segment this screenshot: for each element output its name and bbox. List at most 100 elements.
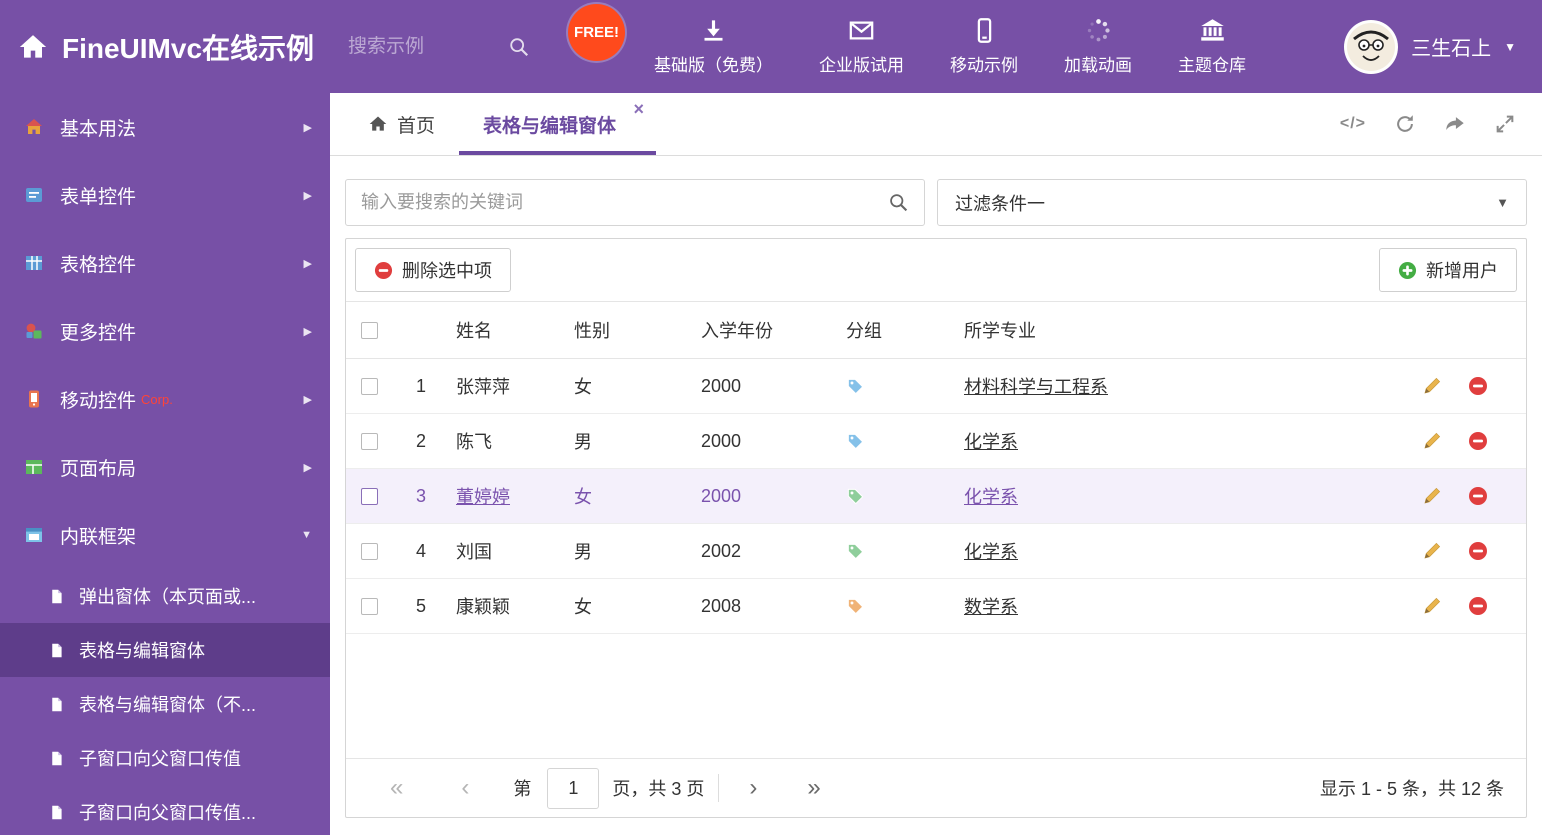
tab-grid-edit-window[interactable]: 表格与编辑窗体 × bbox=[459, 93, 656, 155]
sidebar-item-mobile-controls[interactable]: 移动控件 Corp. ▶ bbox=[0, 365, 330, 433]
search-icon[interactable] bbox=[888, 192, 909, 213]
major-link[interactable]: 化学系 bbox=[964, 538, 1018, 564]
edit-pencil-icon[interactable] bbox=[1422, 376, 1442, 396]
major-link[interactable]: 材料科学与工程系 bbox=[964, 373, 1108, 399]
last-page-icon[interactable]: » bbox=[807, 776, 820, 800]
row-checkbox[interactable] bbox=[361, 487, 378, 505]
free-badge: FREE! bbox=[568, 4, 626, 61]
layout-icon bbox=[26, 460, 42, 474]
fullscreen-icon[interactable] bbox=[1494, 113, 1516, 135]
chevron-right-icon: ▶ bbox=[303, 189, 312, 202]
sidebar-item-label: 内联框架 bbox=[60, 526, 137, 548]
delete-row-icon[interactable] bbox=[1468, 376, 1488, 396]
row-index: 4 bbox=[415, 540, 426, 561]
major-link[interactable]: 化学系 bbox=[964, 428, 1018, 454]
open-in-new-window-icon[interactable] bbox=[1444, 113, 1466, 135]
file-icon bbox=[52, 643, 62, 657]
column-header-major[interactable]: 所学专业 bbox=[949, 317, 1408, 343]
first-page-icon[interactable]: « bbox=[390, 776, 403, 800]
top-nav: FREE! 基础版（免费） 企业版试用 移动示例 加载动画 主题仓库 bbox=[568, 4, 1246, 76]
major-link[interactable]: 数学系 bbox=[964, 593, 1018, 619]
nav-item-enterprise-trial[interactable]: 企业版试用 bbox=[819, 17, 904, 76]
column-header-name[interactable]: 姓名 bbox=[441, 317, 559, 343]
search-icon[interactable] bbox=[508, 36, 530, 58]
column-header-gender[interactable]: 性别 bbox=[559, 317, 686, 343]
user-name: 三生石上 bbox=[1411, 38, 1492, 60]
sidebar-item-grid-controls[interactable]: 表格控件 ▶ bbox=[0, 229, 330, 297]
page-number-input[interactable] bbox=[547, 767, 600, 809]
cell-gender: 男 bbox=[574, 432, 592, 452]
select-all-checkbox[interactable] bbox=[361, 321, 378, 339]
nav-item-basic-edition[interactable]: FREE! 基础版（免费） bbox=[568, 4, 773, 76]
nav-item-loading-animation[interactable]: 加载动画 bbox=[1064, 17, 1132, 76]
nav-item-theme-store[interactable]: 主题仓库 bbox=[1178, 17, 1246, 76]
main-content: 首页 表格与编辑窗体 × </> 过滤条件一 ▼ bbox=[330, 93, 1542, 835]
sidebar-subitem-child-to-parent[interactable]: 子窗口向父窗口传值 bbox=[0, 731, 330, 785]
app-title: FineUIMvc在线示例 bbox=[62, 32, 315, 64]
row-checkbox[interactable] bbox=[361, 542, 378, 560]
add-user-button[interactable]: 新增用户 bbox=[1379, 248, 1517, 292]
top-bar: FineUIMvc在线示例 FREE! 基础版（免费） 企业版试用 移动示例 加… bbox=[0, 0, 1542, 93]
sidebar-subitem-grid-edit-window-2[interactable]: 表格与编辑窗体（不... bbox=[0, 677, 330, 731]
table-row-selected[interactable]: 3 董婷婷 女 2000 化学系 bbox=[346, 469, 1526, 524]
filter-dropdown[interactable]: 过滤条件一 ▼ bbox=[937, 179, 1527, 226]
bank-icon bbox=[1200, 19, 1224, 41]
table-row[interactable]: 1 张萍萍 女 2000 材料科学与工程系 bbox=[346, 359, 1526, 414]
row-checkbox[interactable] bbox=[361, 432, 378, 450]
delete-row-icon[interactable] bbox=[1468, 541, 1488, 561]
column-header-group[interactable]: 分组 bbox=[831, 317, 949, 343]
widgets-icon bbox=[26, 323, 42, 339]
tab-label: 首页 bbox=[397, 115, 436, 137]
column-header-year[interactable]: 入学年份 bbox=[686, 317, 831, 343]
user-avatar bbox=[1344, 19, 1399, 74]
edit-pencil-icon[interactable] bbox=[1422, 486, 1442, 506]
tab-home[interactable]: 首页 bbox=[344, 93, 459, 155]
sidebar-subitem-popup-window[interactable]: 弹出窗体（本页面或... bbox=[0, 569, 330, 623]
cell-name: 陈飞 bbox=[456, 432, 492, 452]
delete-selected-button[interactable]: 删除选中项 bbox=[355, 248, 511, 292]
file-icon bbox=[52, 697, 62, 711]
sidebar-subitem-child-to-parent-2[interactable]: 子窗口向父窗口传值... bbox=[0, 785, 330, 835]
prev-page-icon[interactable]: ‹ bbox=[461, 776, 469, 800]
nav-label: 加载动画 bbox=[1064, 56, 1133, 75]
row-checkbox[interactable] bbox=[361, 377, 378, 395]
chevron-right-icon: ▶ bbox=[303, 461, 312, 474]
delete-row-icon[interactable] bbox=[1468, 486, 1488, 506]
row-index: 1 bbox=[415, 375, 426, 396]
keyword-search-input[interactable] bbox=[361, 192, 888, 213]
nav-label: 主题仓库 bbox=[1178, 56, 1247, 75]
sidebar-subitem-grid-edit-window[interactable]: 表格与编辑窗体 bbox=[0, 623, 330, 677]
edit-pencil-icon[interactable] bbox=[1422, 431, 1442, 451]
sidebar-subitem-label: 子窗口向父窗口传值... bbox=[79, 803, 257, 823]
refresh-icon[interactable] bbox=[1394, 113, 1416, 135]
mobile-colored-icon bbox=[29, 390, 39, 408]
edit-pencil-icon[interactable] bbox=[1422, 596, 1442, 616]
top-search-input[interactable] bbox=[348, 35, 509, 58]
user-menu[interactable]: 三生石上 ▼ bbox=[1344, 19, 1516, 74]
nav-item-mobile-demo[interactable]: 移动示例 bbox=[950, 17, 1018, 76]
sidebar-item-more-controls[interactable]: 更多控件 ▶ bbox=[0, 297, 330, 365]
chevron-down-icon: ▼ bbox=[301, 529, 312, 541]
major-link[interactable]: 化学系 bbox=[964, 483, 1018, 509]
row-checkbox[interactable] bbox=[361, 597, 378, 615]
row-index: 3 bbox=[415, 485, 426, 506]
close-icon[interactable]: × bbox=[634, 100, 645, 118]
source-code-icon[interactable]: </> bbox=[1340, 115, 1366, 133]
table-row[interactable]: 4 刘国 男 2002 化学系 bbox=[346, 524, 1526, 579]
sidebar-item-form-controls[interactable]: 表单控件 ▶ bbox=[0, 161, 330, 229]
delete-row-icon[interactable] bbox=[1468, 596, 1488, 616]
edit-pencil-icon[interactable] bbox=[1422, 541, 1442, 561]
delete-row-icon[interactable] bbox=[1468, 431, 1488, 451]
sidebar-item-label: 页面布局 bbox=[60, 458, 137, 480]
filter-row: 过滤条件一 ▼ bbox=[330, 156, 1542, 226]
table-row[interactable]: 2 陈飞 男 2000 化学系 bbox=[346, 414, 1526, 469]
home-logo-icon[interactable] bbox=[18, 32, 48, 62]
sidebar-subitem-label: 表格与编辑窗体（不... bbox=[79, 695, 257, 715]
sidebar-item-page-layout[interactable]: 页面布局 ▶ bbox=[0, 433, 330, 501]
table-row[interactable]: 5 康颖颖 女 2008 数学系 bbox=[346, 579, 1526, 634]
cell-name: 康颖颖 bbox=[456, 597, 510, 617]
corp-badge: Corp. bbox=[141, 391, 173, 407]
sidebar-item-inline-frame[interactable]: 内联框架 ▼ bbox=[0, 501, 330, 569]
sidebar-item-basic-usage[interactable]: 基本用法 ▶ bbox=[0, 93, 330, 161]
next-page-icon[interactable]: › bbox=[749, 776, 757, 800]
